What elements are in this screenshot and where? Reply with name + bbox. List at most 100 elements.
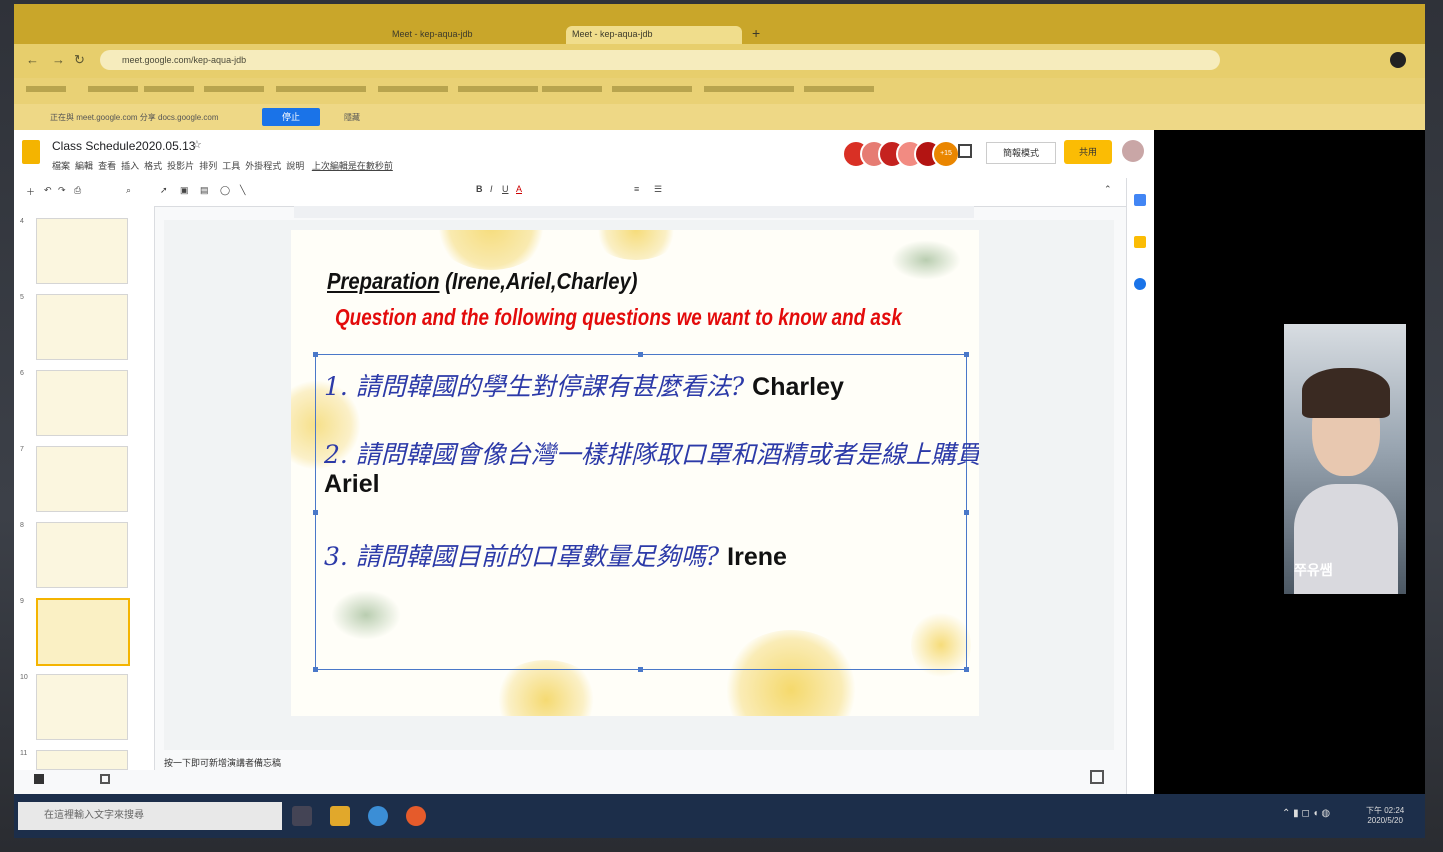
slide-number: 8 — [20, 522, 24, 529]
resize-handle[interactable] — [638, 667, 643, 672]
italic-icon[interactable]: I — [490, 184, 493, 194]
menu-help[interactable]: 說明 — [286, 161, 304, 171]
file-explorer-icon[interactable] — [330, 806, 350, 826]
bookmark-item[interactable] — [458, 86, 538, 92]
shape-icon[interactable]: ◯ — [220, 185, 230, 196]
task-view-icon[interactable] — [292, 806, 312, 826]
resize-handle[interactable] — [964, 510, 969, 515]
bookmark-item[interactable] — [204, 86, 264, 92]
question-text: 2. 請問韓國會像台灣一樣排隊取口罩和酒精或者是線上購買嗎? — [324, 440, 979, 469]
bold-icon[interactable]: B — [476, 184, 483, 194]
windows-taskbar: 在這裡輸入文字來搜尋 ⌃ ▮ ◻ ◖ ◍ 下午 02:24 2020/5/20 — [14, 794, 1425, 838]
slide-thumbnail[interactable] — [36, 294, 128, 360]
menu-arrange[interactable]: 排列 — [199, 161, 217, 171]
slide-thumbnail[interactable] — [36, 522, 128, 588]
slide-thumbnail[interactable] — [36, 750, 128, 770]
share-button[interactable]: 共用 — [1064, 140, 1112, 164]
reload-icon[interactable]: ↻ — [74, 52, 85, 68]
forward-icon[interactable]: → — [52, 52, 65, 67]
chrome-icon[interactable] — [368, 806, 388, 826]
filmstrip-view-icon[interactable] — [100, 774, 110, 784]
address-bar[interactable]: meet.google.com/kep-aqua-jdb — [100, 50, 1220, 70]
slide-canvas: Preparation (Irene,Ariel,Charley) Questi… — [164, 220, 1114, 750]
bookmark-item[interactable] — [704, 86, 794, 92]
slide-thumbnail-selected[interactable] — [36, 598, 130, 666]
resize-handle[interactable] — [313, 352, 318, 357]
slide-thumbnail[interactable] — [36, 446, 128, 512]
print-icon[interactable]: ⎙ — [74, 185, 81, 196]
document-title[interactable]: Class Schedule2020.05.13 — [52, 139, 195, 153]
bookmark-item[interactable] — [26, 86, 66, 92]
comments-icon[interactable] — [958, 144, 972, 158]
slide-thumbnail[interactable] — [36, 218, 128, 284]
collapse-toolbar-icon[interactable]: ⌃ — [1104, 184, 1112, 195]
menu-edit[interactable]: 編輯 — [75, 161, 93, 171]
question-text: 3. 請問韓國目前的口罩數量足夠嗎? — [324, 542, 720, 571]
bookmark-item[interactable] — [804, 86, 874, 92]
redo-icon[interactable]: ↷ — [58, 185, 66, 196]
firefox-icon[interactable] — [406, 806, 426, 826]
line-icon[interactable]: ╲ — [240, 185, 245, 196]
underline-icon[interactable]: U — [502, 184, 509, 194]
system-tray-icons[interactable]: ⌃ ▮ ◻ ◖ ◍ — [1282, 808, 1330, 819]
bookmark-item[interactable] — [276, 86, 366, 92]
browser-tab-meet[interactable]: Meet - kep-aqua-jdb — [386, 26, 562, 44]
star-icon[interactable]: ☆ — [192, 138, 202, 151]
resize-handle[interactable] — [638, 352, 643, 357]
menu-format[interactable]: 格式 — [144, 161, 162, 171]
align-icon[interactable]: ≡ — [634, 184, 639, 194]
select-icon[interactable]: ➚ — [160, 185, 168, 196]
list-icon[interactable]: ☰ — [654, 184, 662, 195]
questions-textbox[interactable]: 1. 請問韓國的學生對停課有甚麼看法? Charley 2. 請問韓國會像台灣一… — [313, 352, 979, 672]
browser-tab-meet-active[interactable]: Meet - kep-aqua-jdb — [566, 26, 742, 44]
browser-tab[interactable] — [24, 26, 204, 44]
undo-icon[interactable]: ↶ — [44, 185, 52, 196]
resize-handle[interactable] — [313, 667, 318, 672]
participant-video-tile[interactable]: 쭈유쌤 — [1284, 324, 1406, 594]
resize-handle[interactable] — [964, 352, 969, 357]
present-button[interactable]: 簡報模式 — [986, 142, 1056, 164]
menu-addons[interactable]: 外掛程式 — [245, 161, 281, 171]
profile-icon[interactable] — [1390, 52, 1406, 68]
taskbar-clock[interactable]: 下午 02:24 2020/5/20 — [1366, 806, 1404, 826]
menu-insert[interactable]: 插入 — [121, 161, 139, 171]
text-color-icon[interactable]: A — [516, 184, 522, 194]
account-avatar[interactable] — [1122, 140, 1144, 162]
tasks-icon[interactable] — [1134, 278, 1146, 290]
menu-slide[interactable]: 投影片 — [167, 161, 194, 171]
menu-file[interactable]: 檔案 — [52, 161, 70, 171]
grid-view-icon[interactable] — [34, 774, 44, 784]
taskbar-search-input[interactable]: 在這裡輸入文字來搜尋 — [18, 802, 282, 830]
current-slide[interactable]: Preparation (Irene,Ariel,Charley) Questi… — [291, 230, 979, 716]
zoom-icon[interactable]: ⌕ — [126, 185, 131, 196]
speaker-notes[interactable]: 按一下即可新增演講者備忘稿 — [164, 756, 1064, 769]
bookmark-item[interactable] — [542, 86, 602, 92]
formatting-toolbar: ＋ ↶ ↷ ⎙ ⌕ ➚ ▣ ▤ ◯ ╲ B I U A ≡ ☰ ⌃ — [14, 178, 1154, 207]
slide-thumbnail[interactable] — [36, 674, 128, 740]
bookmark-item[interactable] — [88, 86, 138, 92]
new-tab-button[interactable]: + — [746, 22, 766, 40]
question-assignee: Irene — [727, 543, 787, 571]
bookmark-item[interactable] — [378, 86, 448, 92]
explore-icon[interactable] — [1090, 770, 1104, 784]
slides-logo-icon[interactable] — [22, 140, 40, 164]
resize-handle[interactable] — [964, 667, 969, 672]
menu-view[interactable]: 查看 — [98, 161, 116, 171]
textbox-icon[interactable]: ▣ — [180, 185, 189, 196]
image-icon[interactable]: ▤ — [200, 185, 209, 196]
last-edit-link[interactable]: 上次編輯是在數秒前 — [312, 161, 393, 171]
bookmark-item[interactable] — [144, 86, 194, 92]
keep-icon[interactable] — [1134, 236, 1146, 248]
browser-tab[interactable] — [204, 26, 382, 44]
more-collaborators-badge[interactable]: +15 — [932, 140, 960, 168]
calendar-icon[interactable] — [1134, 194, 1146, 206]
hide-button[interactable]: 隱藏 — [344, 112, 360, 123]
bookmark-item[interactable] — [612, 86, 692, 92]
resize-handle[interactable] — [313, 510, 318, 515]
stop-sharing-button[interactable]: 停止 — [262, 108, 320, 126]
slide-number: 6 — [20, 370, 24, 377]
menu-tools[interactable]: 工具 — [222, 161, 240, 171]
back-icon[interactable]: ← — [26, 52, 39, 67]
slide-thumbnail[interactable] — [36, 370, 128, 436]
new-slide-icon[interactable]: ＋ — [26, 185, 35, 198]
